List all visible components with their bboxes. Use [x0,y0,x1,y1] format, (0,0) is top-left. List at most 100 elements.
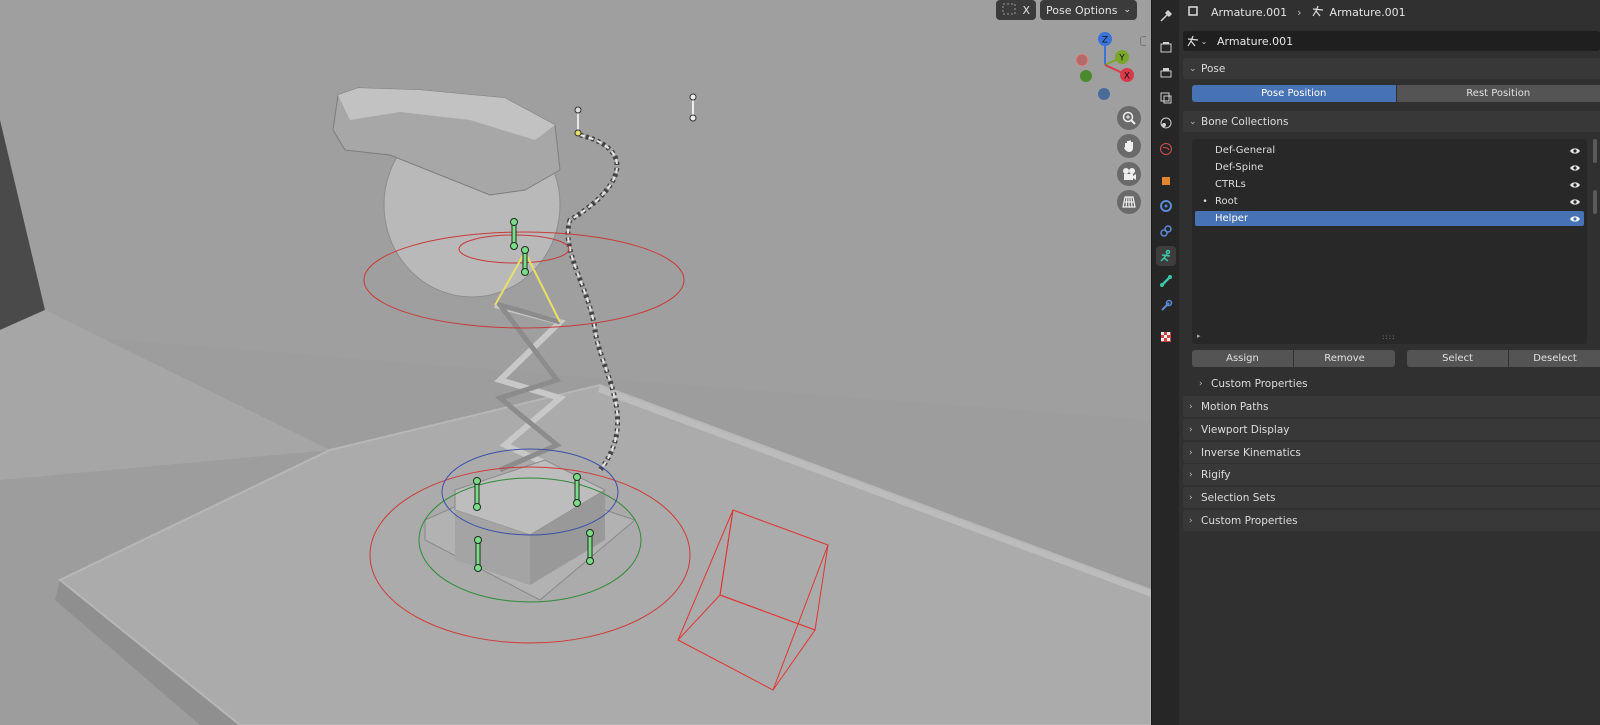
chevron-right-icon: › [1189,469,1193,480]
xray-toggle[interactable]: X [996,0,1037,20]
collection-label[interactable]: Def-Spine [1215,162,1566,173]
armature-browse-icon[interactable]: ⌄ [1183,31,1211,51]
3d-viewport[interactable]: X Pose Options ⌄ Z Y X [0,0,1151,725]
list-side-scroll-2[interactable] [1593,190,1597,214]
gizmo-y-label: Y [1118,54,1125,64]
rigify-panel[interactable]: › Rigify [1183,464,1600,485]
list-resize-handle-icon[interactable]: :::: [1382,333,1395,341]
armature-datablock-selector[interactable]: ⌄ Armature.001 [1183,31,1600,51]
panel-label: Inverse Kinematics [1201,446,1301,459]
zoom-icon[interactable] [1117,106,1141,130]
eye-icon[interactable] [1566,164,1584,172]
subpanel-label: Custom Properties [1211,378,1308,390]
panel-label: Viewport Display [1201,423,1290,436]
physics-icon[interactable] [1156,196,1176,216]
collection-label[interactable]: CTRLs [1215,179,1566,190]
pose-position-toggle: Pose Position Rest Position [1192,85,1600,102]
properties-editor: Armature.001 › Armature.001 ⌄ Armature.0… [1179,0,1600,725]
object-icon [1187,5,1199,20]
output-icon[interactable] [1156,63,1176,83]
bone-icon[interactable] [1156,271,1176,291]
chevron-right-icon: › [1189,424,1193,435]
perspective-grid-icon[interactable] [1117,190,1141,214]
xray-icon [1002,3,1016,18]
collection-label[interactable]: Def-General [1215,145,1566,156]
datablock-name[interactable]: Armature.001 [1211,35,1293,48]
active-collection-bullet: • [1202,196,1208,207]
tool-icon[interactable] [1156,6,1176,26]
panel-label: Custom Properties [1201,514,1298,527]
object-icon[interactable] [1156,171,1176,191]
scene-render[interactable] [0,0,1151,725]
collection-label[interactable]: Root [1215,196,1566,207]
properties-tab-strip [1151,0,1179,725]
chevron-right-icon: › [1189,492,1193,503]
chevron-right-icon: › [1189,515,1193,526]
panel-label: Selection Sets [1201,491,1276,504]
texture-icon[interactable] [1156,327,1176,347]
viewport-display-panel[interactable]: › Viewport Display [1183,419,1600,440]
pan-hand-icon[interactable] [1117,134,1141,158]
bone-collections-header[interactable]: ⌄ Bone Collections [1183,111,1600,132]
collection-label[interactable]: Helper [1215,213,1566,224]
list-side-scroll[interactable] [1593,139,1597,163]
view-layer-icon[interactable] [1156,88,1176,108]
chevron-right-icon: › [1297,5,1302,19]
gizmo-x-label: X [1124,72,1130,82]
bone-collections-title: Bone Collections [1201,115,1289,128]
eye-icon[interactable] [1566,215,1584,223]
breadcrumb-object: Armature.001 [1211,5,1288,19]
chevron-down-icon: ⌄ [1123,5,1131,15]
collection-assign-row: Assign Remove [1192,350,1395,367]
navigation-gizmo[interactable]: Z Y X [1070,30,1140,105]
viewport-header: X Pose Options ⌄ [996,0,1137,20]
render-icon[interactable] [1156,37,1176,57]
scene-icon[interactable] [1156,113,1176,133]
chevron-right-icon: › [1199,379,1203,389]
list-item[interactable]: • Root [1195,194,1584,209]
list-item-selected[interactable]: Helper [1195,211,1584,226]
eye-icon[interactable] [1566,147,1584,155]
rest-position-button[interactable]: Rest Position [1396,85,1600,102]
custom-properties-panel[interactable]: › Custom Properties [1183,510,1600,531]
chevron-down-icon: ⌄ [1189,63,1197,74]
chevron-down-icon: ⌄ [1189,116,1197,127]
bone-collection-custom-properties-header[interactable]: › Custom Properties [1199,375,1308,393]
selection-sets-panel[interactable]: › Selection Sets [1183,487,1600,508]
camera-view-icon[interactable] [1117,162,1141,186]
eye-icon[interactable] [1566,198,1584,206]
eye-icon[interactable] [1566,181,1584,189]
xray-label: X [1022,3,1031,17]
inverse-kinematics-panel[interactable]: › Inverse Kinematics [1183,442,1600,463]
gizmo-z-label: Z [1102,36,1108,46]
world-icon[interactable] [1156,139,1176,159]
armature-data-icon[interactable] [1156,246,1176,266]
list-item[interactable]: Def-General [1195,143,1584,158]
constraints-icon[interactable] [1156,221,1176,241]
select-button[interactable]: Select [1407,350,1508,367]
breadcrumb: Armature.001 › Armature.001 [1179,0,1600,24]
gizmo-neg-y-icon[interactable] [1080,70,1092,82]
list-filter-toggle-icon[interactable]: ▸ [1197,332,1201,340]
gizmo-neg-z-icon[interactable] [1098,88,1110,100]
pose-options-label: Pose Options [1046,3,1118,17]
sidebar-collapse-handle[interactable] [1140,36,1146,46]
panel-label: Rigify [1201,468,1231,481]
bone-constraint-icon[interactable] [1156,296,1176,316]
remove-button[interactable]: Remove [1294,350,1395,367]
deselect-button[interactable]: Deselect [1509,350,1600,367]
motion-paths-panel[interactable]: › Motion Paths [1183,396,1600,417]
breadcrumb-data: Armature.001 [1329,5,1406,19]
pose-options-dropdown[interactable]: Pose Options ⌄ [1040,0,1137,20]
gizmo-neg-x-icon[interactable] [1075,53,1089,67]
assign-button[interactable]: Assign [1192,350,1293,367]
list-item[interactable]: Def-Spine [1195,160,1584,175]
list-item[interactable]: CTRLs [1195,177,1584,192]
chevron-right-icon: › [1189,447,1193,458]
bone-collections-list[interactable]: Def-General Def-Spine CTRLs • Root Helpe… [1192,139,1587,344]
pose-position-button[interactable]: Pose Position [1192,85,1396,102]
blender-window: X Pose Options ⌄ Z Y X Armature.001 › Ar… [0,0,1600,725]
collection-select-row: Select Deselect [1407,350,1600,367]
chevron-right-icon: › [1189,401,1193,412]
pose-panel-header[interactable]: ⌄ Pose [1183,58,1600,79]
